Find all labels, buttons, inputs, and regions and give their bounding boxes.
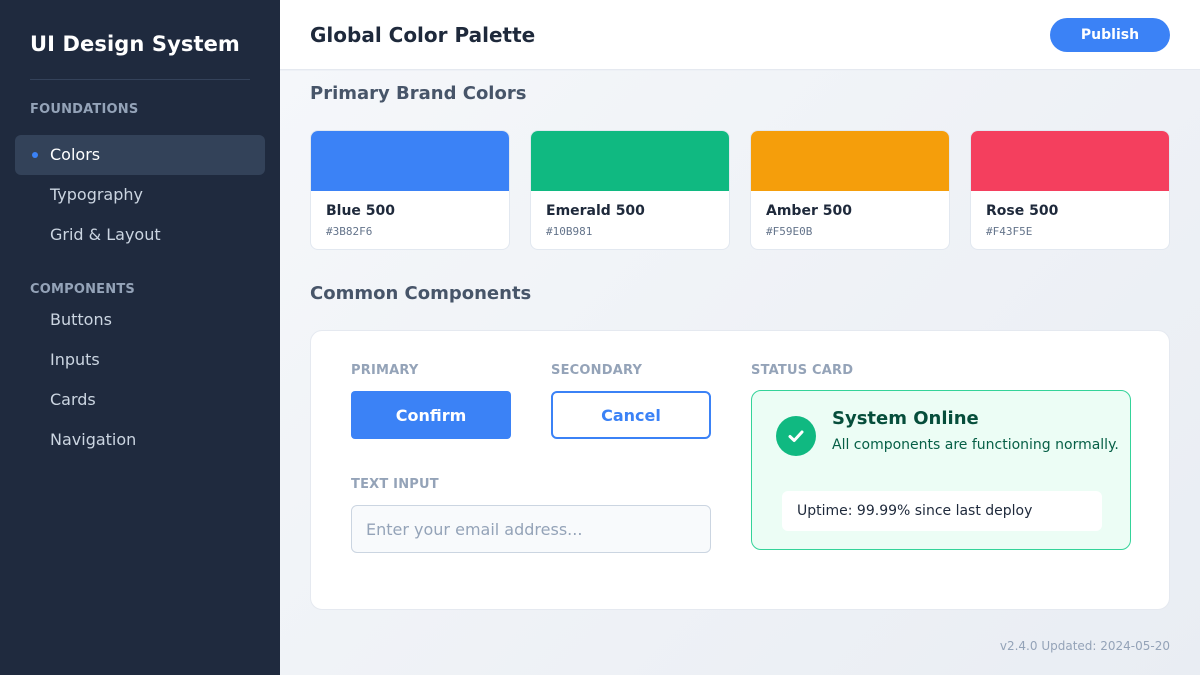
sidebar-item-grid-layout[interactable]: Grid & Layout (15, 215, 265, 255)
cancel-button[interactable]: Cancel (551, 391, 711, 439)
publish-button[interactable]: Publish (1050, 18, 1170, 52)
confirm-button[interactable]: Confirm (351, 391, 511, 439)
color-chip (751, 131, 949, 191)
swatch-name: Blue 500 (326, 203, 396, 219)
primary-caption: PRIMARY (351, 363, 419, 378)
color-swatch-amber[interactable]: Amber 500 #F59E0B (750, 130, 950, 250)
status-card: System Online All components are functio… (751, 390, 1131, 550)
secondary-caption: SECONDARY (551, 363, 643, 378)
text-input-caption: TEXT INPUT (351, 477, 439, 492)
color-swatch-blue[interactable]: Blue 500 #3B82F6 (310, 130, 510, 250)
brand-title: UI Design System (30, 32, 240, 56)
sidebar-item-label: Typography (50, 185, 143, 204)
swatch-hex: #F43F5E (986, 225, 1033, 238)
sidebar-item-label: Navigation (50, 430, 137, 449)
color-chip (531, 131, 729, 191)
active-indicator-dot (32, 152, 38, 158)
swatch-name: Rose 500 (986, 203, 1059, 219)
check-circle-icon (776, 416, 816, 456)
sidebar: UI Design System FOUNDATIONS Colors Typo… (0, 0, 280, 675)
color-swatch-rose[interactable]: Rose 500 #F43F5E (970, 130, 1170, 250)
sidebar-item-buttons[interactable]: Buttons (15, 300, 265, 340)
swatch-hex: #F59E0B (766, 225, 813, 238)
status-description: All components are functioning normally. (832, 437, 1119, 453)
status-title: System Online (832, 408, 979, 429)
section-label-components: COMPONENTS (30, 282, 135, 297)
brand-divider (30, 79, 250, 80)
color-swatch-emerald[interactable]: Emerald 500 #10B981 (530, 130, 730, 250)
swatch-hex: #3B82F6 (326, 225, 373, 238)
page-title: Global Color Palette (310, 23, 536, 47)
version-info: v2.4.0 Updated: 2024-05-20 (999, 639, 1170, 653)
main-content: Primary Brand Colors Blue 500 #3B82F6 Em… (280, 71, 1200, 675)
section-label-foundations: FOUNDATIONS (30, 102, 139, 117)
color-chip (971, 131, 1169, 191)
sidebar-item-label: Grid & Layout (50, 225, 161, 244)
components-panel: PRIMARY Confirm SECONDARY Cancel TEXT IN… (310, 330, 1170, 610)
color-chip (311, 131, 509, 191)
brand-colors-heading: Primary Brand Colors (310, 83, 527, 104)
email-input[interactable] (351, 505, 711, 553)
sidebar-item-typography[interactable]: Typography (15, 175, 265, 215)
uptime-note: Uptime: 99.99% since last deploy (782, 491, 1102, 531)
sidebar-item-colors[interactable]: Colors (15, 135, 265, 175)
sidebar-item-navigation[interactable]: Navigation (15, 420, 265, 460)
swatch-name: Amber 500 (766, 203, 852, 219)
sidebar-item-label: Colors (50, 145, 101, 164)
sidebar-item-label: Inputs (50, 350, 100, 369)
sidebar-item-cards[interactable]: Cards (15, 380, 265, 420)
top-header: Global Color Palette Publish (280, 0, 1200, 70)
swatch-hex: #10B981 (546, 225, 593, 238)
sidebar-item-label: Buttons (50, 310, 112, 329)
status-card-caption: STATUS CARD (751, 363, 854, 378)
sidebar-item-label: Cards (50, 390, 96, 409)
components-heading: Common Components (310, 283, 532, 304)
sidebar-item-inputs[interactable]: Inputs (15, 340, 265, 380)
swatch-name: Emerald 500 (546, 203, 645, 219)
